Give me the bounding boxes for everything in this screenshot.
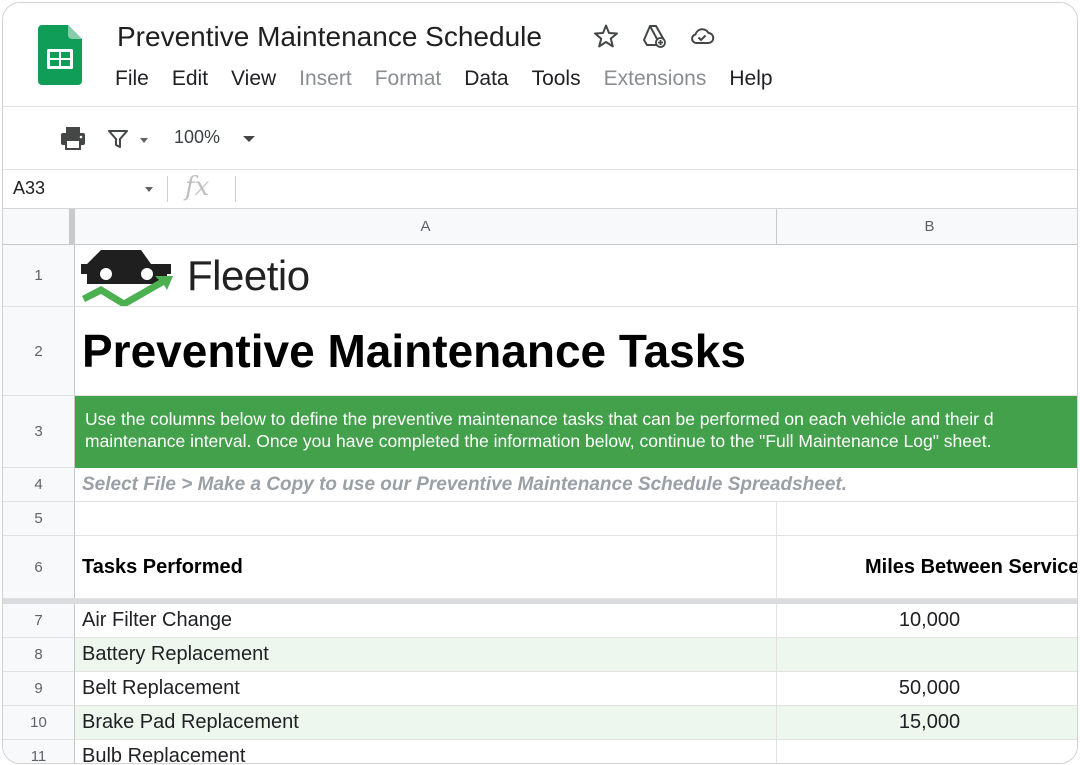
menu-help[interactable]: Help	[729, 67, 772, 91]
name-box-chevron-down-icon[interactable]	[145, 187, 153, 192]
menu-format[interactable]: Format	[375, 67, 442, 91]
instructions-line-2: maintenance interval. Once you have comp…	[85, 431, 992, 451]
cell-b7[interactable]: 10,000	[777, 604, 1077, 638]
row-header-4[interactable]: 4	[3, 468, 75, 502]
row-header-8[interactable]: 8	[3, 638, 75, 672]
select-all-corner[interactable]	[3, 209, 75, 245]
row-header-11[interactable]: 11	[3, 740, 75, 763]
cell-a9[interactable]: Belt Replacement	[75, 672, 777, 706]
cell-a11[interactable]: Bulb Replacement	[75, 740, 777, 764]
name-box[interactable]: A33	[13, 178, 45, 199]
cell-b11[interactable]	[777, 740, 1077, 763]
task-name: Battery Replacement	[82, 643, 269, 665]
cell-a2[interactable]: Preventive Maintenance Tasks	[75, 307, 1077, 396]
header-tasks-performed: Tasks Performed	[82, 555, 243, 578]
cloud-saved-icon[interactable]	[689, 23, 715, 49]
column-header-b[interactable]: B	[777, 209, 1077, 245]
miles-value: 50,000	[898, 677, 961, 699]
menu-extensions[interactable]: Extensions	[604, 67, 707, 91]
filter-icon[interactable]	[107, 128, 129, 150]
print-icon[interactable]	[59, 125, 87, 151]
drive-add-icon[interactable]	[641, 23, 667, 49]
column-header-a[interactable]: A	[75, 209, 777, 245]
row-header-7[interactable]: 7	[3, 604, 75, 638]
instructions-line-1: Use the columns below to define the prev…	[85, 409, 994, 429]
row-header-2[interactable]: 2	[3, 307, 75, 396]
cell-a4[interactable]: Select File > Make a Copy to use our Pre…	[75, 468, 1077, 502]
fx-icon: fx	[185, 172, 210, 202]
cell-a1[interactable]: Fleetio	[75, 245, 1077, 307]
row-header-1[interactable]: 1	[3, 245, 75, 307]
zoom-chevron-down-icon[interactable]	[243, 136, 255, 142]
title-bar: Preventive Maintenance Schedule File Edi…	[3, 3, 1077, 107]
task-name: Belt Replacement	[82, 677, 240, 699]
task-name: Air Filter Change	[82, 609, 233, 631]
row-header-3[interactable]: 3	[3, 396, 75, 468]
cell-b10[interactable]: 15,000	[777, 706, 1077, 740]
menu-file[interactable]: File	[115, 67, 149, 91]
menu-tools[interactable]: Tools	[532, 67, 581, 91]
header-miles-between-service: Miles Between Service	[865, 555, 1078, 578]
filter-chevron-down-icon[interactable]	[140, 138, 148, 143]
sheet-heading: Preventive Maintenance Tasks	[82, 325, 746, 377]
fleetio-car-logo-icon	[81, 249, 173, 306]
cell-a5[interactable]	[75, 502, 777, 536]
miles-value: 15,000	[898, 711, 961, 733]
sheets-logo-icon[interactable]	[38, 25, 82, 85]
cell-a6[interactable]: Tasks Performed	[75, 536, 777, 599]
menu-insert[interactable]: Insert	[299, 67, 352, 91]
zoom-select[interactable]: 100%	[174, 127, 220, 148]
cell-b9[interactable]: 50,000	[777, 672, 1077, 706]
menu-data[interactable]: Data	[464, 67, 508, 91]
title-actions	[593, 23, 715, 49]
task-name: Brake Pad Replacement	[82, 711, 299, 733]
cell-a8[interactable]: Battery Replacement	[75, 638, 777, 672]
menu-bar: File Edit View Insert Format Data Tools …	[115, 67, 796, 91]
cell-b5[interactable]	[777, 502, 1077, 536]
formula-separator	[167, 176, 168, 202]
cell-a7[interactable]: Air Filter Change	[75, 604, 777, 638]
row-header-9[interactable]: 9	[3, 672, 75, 706]
row-header-5[interactable]: 5	[3, 502, 75, 536]
cell-a10[interactable]: Brake Pad Replacement	[75, 706, 777, 740]
star-icon[interactable]	[593, 23, 619, 49]
sheet-grid: A B 1 2 3 4 5 6 7 8 9 10 11 Fleetio Prev…	[3, 209, 1078, 764]
toolbar: 100%	[3, 107, 1077, 170]
row-header-10[interactable]: 10	[3, 706, 75, 740]
menu-view[interactable]: View	[231, 67, 276, 91]
copy-note: Select File > Make a Copy to use our Pre…	[82, 473, 848, 495]
cell-b6[interactable]: Miles Between Service	[777, 536, 1078, 599]
document-title[interactable]: Preventive Maintenance Schedule	[117, 21, 542, 53]
menu-edit[interactable]: Edit	[172, 67, 208, 91]
instructions-banner[interactable]: Use the columns below to define the prev…	[75, 396, 1077, 468]
miles-value: 10,000	[898, 609, 961, 631]
formula-separator	[235, 176, 236, 202]
cell-b8[interactable]	[777, 638, 1077, 672]
row-header-6[interactable]: 6	[3, 536, 75, 599]
spreadsheet-window: Preventive Maintenance Schedule File Edi…	[2, 2, 1078, 764]
formula-bar: A33 fx	[3, 170, 1077, 209]
task-name: Bulb Replacement	[82, 745, 246, 764]
formula-input[interactable]	[243, 176, 1073, 202]
fleetio-brand-name: Fleetio	[187, 251, 310, 299]
